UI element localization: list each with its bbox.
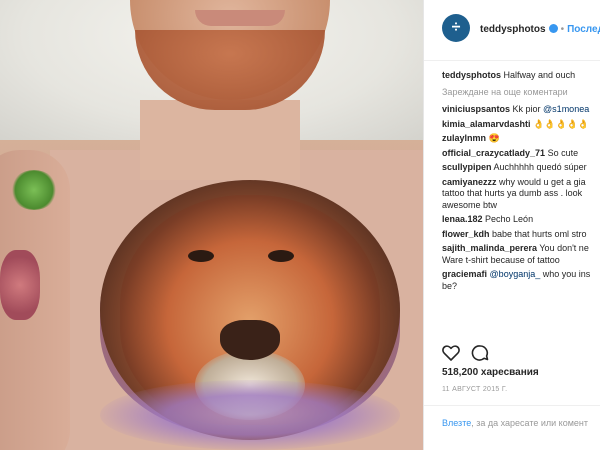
action-bar	[442, 344, 492, 367]
comment-user[interactable]: graciemafi	[442, 269, 487, 279]
comment-text: Auchhhhh quedó súper	[491, 162, 587, 172]
comment-text: be?	[442, 280, 458, 291]
lion-left-eye	[188, 250, 214, 262]
comment-user[interactable]: sajith_malinda_perera	[442, 243, 537, 253]
lion-nose	[220, 320, 280, 360]
username-link[interactable]: teddysphotos	[480, 24, 546, 35]
comment-text: awesome btw	[442, 199, 498, 210]
verified-badge-icon	[548, 24, 558, 33]
comment: kimia_alamarvdashti 👌👌👌👌👌	[442, 119, 600, 131]
comment-text: So cute	[545, 147, 579, 158]
mention-link[interactable]: @boyganja_	[490, 269, 541, 279]
comment-continuation: be?	[442, 281, 600, 293]
comment-text: babe that hurts oml stro	[489, 228, 587, 239]
arm-tattoo-green	[10, 170, 58, 210]
comment-continuation: awesome btw	[442, 200, 600, 212]
comment-icon[interactable]	[471, 345, 489, 361]
comment-text: tattoo that hurts ya dumb ass . look	[442, 188, 583, 198]
comment: scullypipen Auchhhhh quedó súper	[442, 162, 600, 174]
comment-text: You don't ne	[537, 243, 589, 253]
header-line: teddysphotos •Последв	[480, 24, 600, 35]
comment-text: Ware t-shirt because of tattoo	[442, 254, 560, 265]
comment-text-tail: who you ins	[540, 269, 591, 279]
comment: graciemafi @boyganja_ who you ins	[442, 269, 600, 281]
login-link[interactable]: Влезте	[442, 418, 471, 428]
comment-text: Kk pior	[510, 104, 544, 114]
follow-button[interactable]: Последв	[567, 24, 600, 35]
comment-continuation: Ware t-shirt because of tattoo	[442, 255, 600, 267]
lion-right-eye	[268, 250, 294, 262]
comment-text: 👌👌👌👌👌	[530, 118, 590, 129]
comment-text: 😍	[486, 133, 500, 143]
comment-user[interactable]: zulaylnmn	[442, 133, 486, 143]
comment: official_crazycatlady_71 So cute	[442, 148, 600, 160]
login-text: , за да харесате или комент	[471, 418, 588, 428]
comment-user[interactable]: official_crazycatlady_71	[442, 148, 545, 158]
comment: zulaylnmn 😍	[442, 133, 600, 145]
heart-icon[interactable]	[442, 345, 460, 361]
likes-count[interactable]: 518,200 харесвания	[442, 367, 539, 378]
comment-user[interactable]: viniciuspsantos	[442, 104, 510, 114]
purple-stencil	[100, 380, 400, 450]
comment: camiyanezzz why would u get a gia	[442, 177, 600, 189]
caption-text: Halfway and ouch	[503, 70, 576, 80]
caption: teddysphotos Halfway and ouch	[442, 70, 600, 82]
comment-user[interactable]: scullypipen	[442, 162, 492, 172]
footer: Влезте, за да харесате или комент	[424, 405, 600, 450]
neck	[140, 100, 300, 180]
post-header: ÷ teddysphotos •Последв	[424, 0, 600, 61]
comment-user[interactable]: lenaa.182	[442, 214, 483, 224]
comment-text: Pecho León	[482, 214, 534, 224]
comment: flower_kdh babe that hurts oml stro	[442, 229, 600, 241]
post-photo[interactable]	[0, 0, 423, 450]
caption-user[interactable]: teddysphotos	[442, 70, 501, 80]
post-sidebar: ÷ teddysphotos •Последв teddysphotos Half…	[423, 0, 600, 450]
lips	[195, 10, 285, 26]
comment-text: why would u get a gia	[496, 176, 586, 187]
post-date[interactable]: 11 АВГУСТ 2015 Г.	[442, 386, 507, 393]
avatar[interactable]: ÷	[442, 14, 470, 42]
comments-list: teddysphotos Halfway and ouch Зареждане …	[442, 70, 600, 295]
arm-tattoo-red	[0, 250, 40, 320]
comment: sajith_malinda_perera You don't ne	[442, 243, 600, 255]
mention-link[interactable]: @s1monea	[543, 104, 589, 114]
comment: lenaa.182 Pecho León	[442, 214, 600, 226]
comment-user[interactable]: kimia_alamarvdashti	[442, 119, 531, 129]
load-more-comments[interactable]: Зареждане на още коментари	[442, 87, 600, 99]
comment-user[interactable]: flower_kdh	[442, 229, 490, 239]
login-prompt: Влезте, за да харесате или комент	[442, 418, 588, 428]
comment-continuation: tattoo that hurts ya dumb ass . look	[442, 188, 600, 200]
comment-user[interactable]: camiyanezzz	[442, 177, 497, 187]
comment: viniciuspsantos Kk pior @s1monea	[442, 104, 600, 116]
separator: •	[560, 24, 565, 35]
